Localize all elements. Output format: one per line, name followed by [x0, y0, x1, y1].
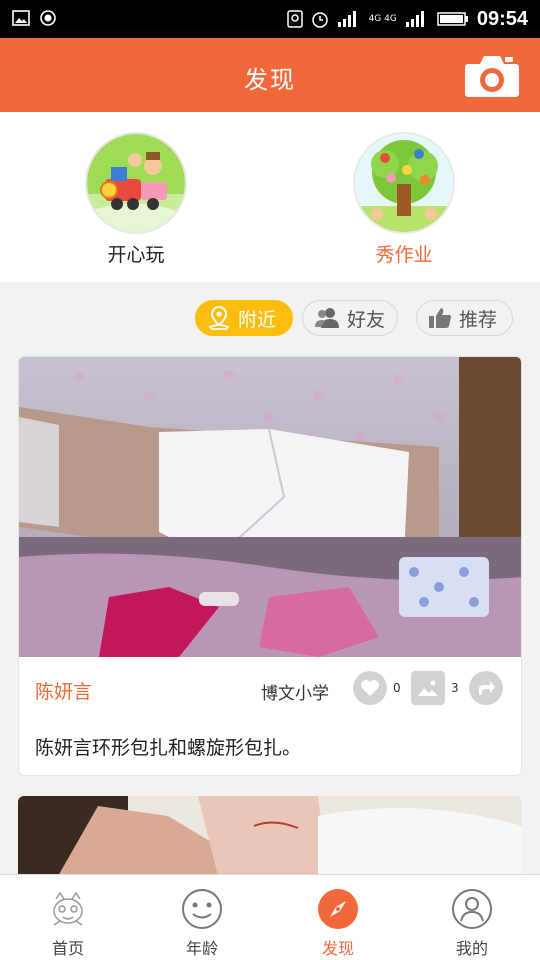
image-count: 3 [451, 681, 459, 695]
friends-icon [315, 308, 339, 328]
nav-discover[interactable]: 发现 [288, 887, 388, 959]
clock: 09:54 [476, 7, 528, 30]
map-pin-icon [208, 305, 230, 330]
feature-entries: 开心玩 秀作业 [0, 112, 540, 282]
thumbs-up-icon [429, 308, 451, 328]
network-type: 4G 4G [368, 13, 397, 24]
nav-mine[interactable]: 我的 [422, 887, 522, 959]
filter-friends[interactable]: 好友 [302, 300, 398, 336]
entry-show-homework-label: 秀作业 [375, 244, 433, 266]
filter-bar: 附近 好友 推荐 [0, 282, 540, 354]
post-author[interactable]: 陈妍言 [35, 677, 92, 704]
status-bar: 4G 4G 09:54 [0, 0, 540, 38]
entry-happy-play-label: 开心玩 [107, 244, 165, 266]
bottom-nav: 首页 年龄 发现 我的 [0, 874, 540, 960]
home-mascot-icon [46, 887, 90, 931]
filter-friends-label: 好友 [347, 308, 386, 331]
image-count-button[interactable]: 3 [411, 671, 459, 705]
filter-nearby-label: 附近 [238, 308, 277, 331]
post-card-2[interactable] [18, 796, 522, 876]
filter-recommend[interactable]: 推荐 [416, 300, 513, 336]
entry-show-homework[interactable]: 秀作业 [334, 132, 474, 267]
nav-age[interactable]: 年龄 [152, 887, 252, 959]
camera-button[interactable] [464, 52, 520, 98]
signal-icon [337, 11, 356, 27]
filter-recommend-label: 推荐 [459, 308, 498, 331]
share-icon [479, 681, 495, 695]
train-illustration-icon [85, 132, 187, 234]
page-title: 发现 [244, 66, 296, 94]
alarm-icon [311, 12, 328, 28]
nav-discover-label: 发现 [321, 939, 354, 958]
battery-icon [437, 12, 468, 26]
tree-illustration-icon [353, 132, 455, 234]
filter-nearby[interactable]: 附近 [195, 300, 293, 336]
smiley-icon [180, 887, 224, 931]
share-button[interactable] [469, 671, 503, 705]
nav-age-label: 年龄 [185, 939, 218, 958]
signal-icon-2 [405, 11, 424, 27]
heart-icon [353, 671, 387, 705]
post-school: 博文小学 [261, 684, 329, 704]
record-icon [40, 10, 56, 26]
compass-icon [316, 887, 360, 931]
like-count: 0 [393, 681, 401, 695]
like-button[interactable]: 0 [353, 671, 401, 705]
location-icon [286, 10, 303, 28]
nav-home-label: 首页 [51, 939, 84, 958]
post-text: 陈妍言环形包扎和螺旋形包扎。 [35, 737, 302, 759]
user-icon [450, 887, 494, 931]
image-icon [411, 671, 445, 705]
post-card[interactable]: 陈妍言 博文小学 0 3 陈妍言环形包扎和螺旋形包扎。 [18, 356, 522, 776]
gallery-icon [12, 10, 30, 26]
camera-icon [465, 56, 519, 97]
entry-happy-play[interactable]: 开心玩 [66, 132, 206, 267]
post-photo[interactable] [19, 357, 521, 657]
post-meta: 陈妍言 博文小学 0 3 [19, 657, 521, 721]
app-header: 发现 [0, 38, 540, 112]
nav-mine-label: 我的 [455, 939, 488, 958]
nav-home[interactable]: 首页 [18, 887, 118, 959]
